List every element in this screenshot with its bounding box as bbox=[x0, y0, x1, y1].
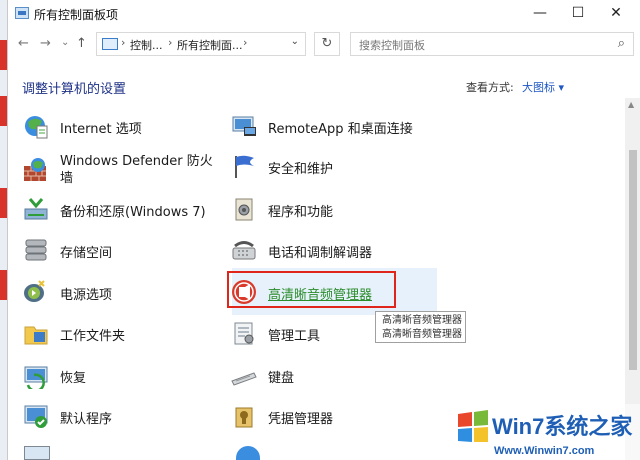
address-dropdown-button[interactable]: ⌄ bbox=[291, 36, 299, 47]
default-programs-icon bbox=[24, 405, 48, 428]
window-title: 所有控制面板项 bbox=[34, 8, 119, 22]
item-label: 安全和维护 bbox=[268, 162, 334, 177]
internet-options-icon bbox=[25, 116, 48, 139]
item-windows-firewall[interactable]: Windows Defender 防火 墙 bbox=[22, 150, 222, 190]
item-recovery[interactable]: 恢复 bbox=[22, 359, 212, 393]
refresh-button[interactable]: ↻ bbox=[314, 32, 340, 56]
item-label: 管理工具 bbox=[268, 329, 321, 344]
item-label: 恢复 bbox=[60, 371, 87, 386]
admin-tools-icon bbox=[234, 322, 254, 345]
item-label: 电话和调制解调器 bbox=[268, 246, 373, 261]
item-phone-modem[interactable]: 电话和调制解调器 bbox=[230, 234, 430, 268]
title-bar[interactable]: 所有控制面板项 — ☐ ✕ bbox=[8, 0, 640, 28]
item-credential-manager[interactable]: 凭据管理器 bbox=[230, 400, 430, 434]
firewall-icon bbox=[24, 158, 46, 181]
item-label: 默认程序 bbox=[60, 412, 113, 427]
item-label: 工作文件夹 bbox=[60, 329, 126, 344]
control-panel-icon bbox=[102, 38, 118, 50]
item-backup-restore[interactable]: 备份和还原(Windows 7) bbox=[22, 193, 222, 227]
item-keyboard[interactable]: 键盘 bbox=[230, 359, 430, 393]
item-label: 备份和还原(Windows 7) bbox=[60, 205, 206, 220]
item-label: 程序和功能 bbox=[268, 205, 334, 220]
item-default-programs[interactable]: 默认程序 bbox=[22, 400, 212, 434]
power-options-icon bbox=[24, 280, 45, 302]
view-by-dropdown[interactable]: 大图标 ▾ bbox=[522, 79, 564, 95]
view-by-label: 查看方式: bbox=[466, 81, 514, 94]
item-power-options[interactable]: 电源选项 bbox=[22, 276, 212, 310]
tooltip-line: 高清晰音频管理器 bbox=[382, 329, 462, 340]
minimize-button[interactable]: — bbox=[523, 0, 557, 28]
security-maintenance-icon bbox=[235, 155, 254, 178]
phone-modem-icon bbox=[232, 241, 256, 260]
back-button[interactable]: ← bbox=[18, 36, 29, 51]
tooltip: 高清晰音频管理器 高清晰音频管理器 bbox=[375, 311, 466, 343]
item-work-folders[interactable]: 工作文件夹 bbox=[22, 317, 212, 351]
up-button[interactable]: ↑ bbox=[76, 36, 87, 51]
breadcrumb-control-panel[interactable]: 控制... bbox=[130, 37, 163, 53]
breadcrumb-all-items[interactable]: 所有控制面... bbox=[177, 37, 243, 53]
control-panel-icon bbox=[15, 7, 29, 19]
keyboard-icon bbox=[231, 372, 257, 386]
item-programs-features[interactable]: 程序和功能 bbox=[230, 193, 430, 227]
item-internet-options[interactable]: Internet 选项 bbox=[22, 110, 212, 144]
breadcrumb-separator[interactable]: › bbox=[243, 36, 247, 49]
credential-manager-icon bbox=[235, 407, 253, 428]
item-label: RemoteApp 和桌面连接 bbox=[268, 122, 413, 137]
search-icon[interactable]: ⌕ bbox=[618, 36, 625, 51]
tooltip-line: 高清晰音频管理器 bbox=[382, 315, 462, 326]
control-panel-window: 所有控制面板项 — ☐ ✕ ← → ⌄ ↑ › 控制... › 所有控制面...… bbox=[7, 0, 640, 460]
search-input[interactable]: 搜索控制面板 ⌕ bbox=[350, 32, 634, 56]
recovery-icon bbox=[24, 366, 48, 389]
item-label: 存储空间 bbox=[60, 246, 113, 261]
recent-locations-button[interactable]: ⌄ bbox=[61, 37, 69, 48]
breadcrumb-separator[interactable]: › bbox=[121, 36, 125, 49]
item-label-continued: 墙 bbox=[60, 171, 74, 186]
search-placeholder: 搜索控制面板 bbox=[359, 39, 425, 52]
item-security-maintenance[interactable]: 安全和维护 bbox=[230, 150, 430, 184]
item-label: Internet 选项 bbox=[60, 122, 142, 137]
breadcrumb-separator[interactable]: › bbox=[168, 36, 172, 49]
partial-item-icon bbox=[236, 446, 260, 460]
item-remoteapp[interactable]: RemoteApp 和桌面连接 bbox=[230, 110, 430, 144]
svg-text:Www.Winwin7.com: Www.Winwin7.com bbox=[494, 445, 595, 457]
item-label: 凭据管理器 bbox=[268, 412, 334, 427]
watermark-logo: Win7系统之家 Www.Winwin7.com bbox=[454, 404, 640, 460]
storage-spaces-icon bbox=[25, 239, 47, 261]
page-title: 调整计算机的设置 bbox=[22, 82, 127, 97]
item-label: 电源选项 bbox=[60, 288, 113, 303]
backup-restore-icon bbox=[24, 198, 48, 220]
scroll-up-arrow[interactable]: ▲ bbox=[628, 100, 634, 109]
maximize-button[interactable]: ☐ bbox=[561, 0, 595, 28]
item-label: Windows Defender 防火 bbox=[60, 154, 213, 169]
item-label: 键盘 bbox=[268, 371, 295, 386]
remoteapp-icon bbox=[232, 116, 256, 136]
programs-features-icon bbox=[235, 198, 253, 221]
navigation-bar: ← → ⌄ ↑ › 控制... › 所有控制面... › ⌄ ↻ 搜索控制面板 … bbox=[8, 28, 640, 62]
svg-text:Win7系统之家: Win7系统之家 bbox=[492, 414, 633, 439]
partial-item-icon bbox=[24, 446, 50, 460]
work-folders-icon bbox=[24, 326, 48, 345]
address-bar[interactable]: › 控制... › 所有控制面... › ⌄ bbox=[96, 32, 306, 56]
forward-button[interactable]: → bbox=[40, 36, 51, 51]
item-storage-spaces[interactable]: 存储空间 bbox=[22, 234, 212, 268]
close-button[interactable]: ✕ bbox=[599, 0, 633, 28]
highlight-annotation-box bbox=[227, 271, 396, 308]
scrollbar-thumb[interactable] bbox=[629, 150, 637, 370]
